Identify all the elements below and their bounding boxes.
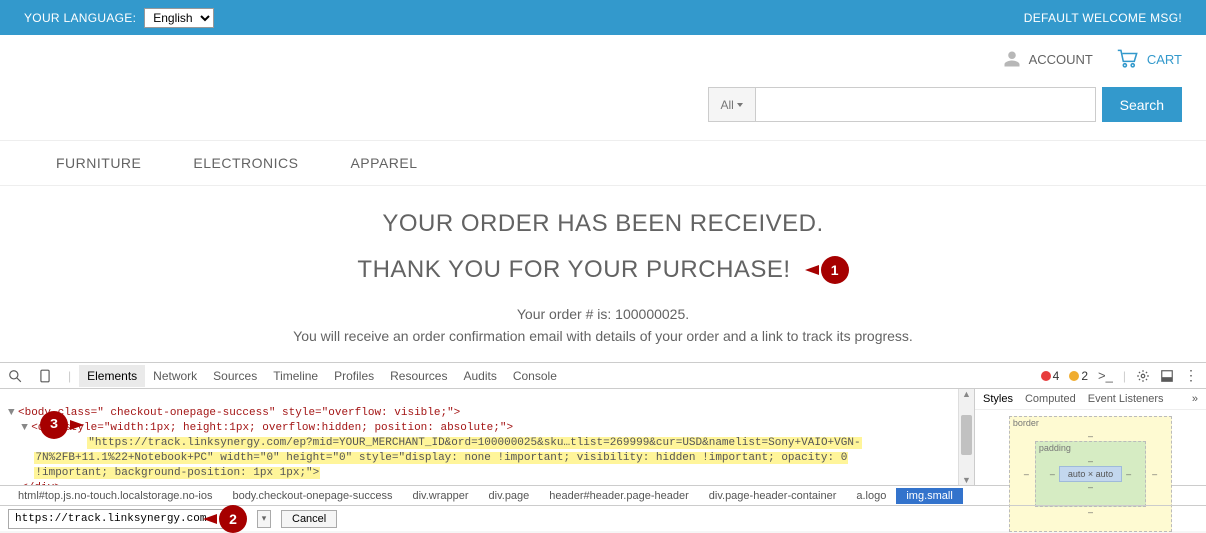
device-mode-icon[interactable] <box>38 369 52 383</box>
tab-console[interactable]: Console <box>513 369 557 383</box>
nav-apparel[interactable]: APPAREL <box>350 155 417 171</box>
crumb[interactable]: div.page-header-container <box>699 488 847 504</box>
badge-1: 1 <box>821 256 849 284</box>
crumb[interactable]: div.wrapper <box>402 488 478 504</box>
find-next-button[interactable]: ▾ <box>257 510 271 528</box>
language-group: YOUR LANGUAGE: English <box>24 8 214 28</box>
tab-profiles[interactable]: Profiles <box>334 369 374 383</box>
styles-tab-computed[interactable]: Computed <box>1025 393 1076 405</box>
box-border-label: border <box>1013 418 1039 428</box>
styles-pane: Styles Computed Event Listeners » border… <box>974 389 1206 485</box>
scroll-down-icon[interactable]: ▼ <box>962 475 971 485</box>
order-received-heading: YOUR ORDER HAS BEEN RECEIVED. <box>24 210 1182 238</box>
tab-sources[interactable]: Sources <box>213 369 257 383</box>
inspect-icon[interactable] <box>8 369 22 383</box>
annotation-1: 1 <box>805 256 849 284</box>
annotation-3: 3 <box>40 411 84 439</box>
search-button[interactable]: Search <box>1102 87 1182 122</box>
search-input[interactable] <box>756 87 1096 122</box>
main-nav: FURNITURE ELECTRONICS APPAREL <box>0 140 1206 186</box>
styles-tab-styles[interactable]: Styles <box>983 393 1013 405</box>
chevron-down-icon <box>737 103 743 107</box>
site-header: ACCOUNT CART All Search FURNITURE ELECTR… <box>0 35 1206 186</box>
devtools-more-icon[interactable]: ⋮ <box>1184 367 1198 384</box>
search-wrap: All Search <box>708 87 1182 122</box>
gear-icon[interactable] <box>1136 369 1150 383</box>
cart-label: CART <box>1147 52 1182 67</box>
thank-you-heading: THANK YOU FOR YOUR PURCHASE! <box>357 256 790 284</box>
arrow-left-icon <box>203 514 217 524</box>
tab-resources[interactable]: Resources <box>390 369 447 383</box>
styles-more-icon[interactable]: » <box>1192 393 1198 405</box>
cart-link[interactable]: CART <box>1117 49 1182 69</box>
find-cancel-button[interactable]: Cancel <box>281 510 337 528</box>
crumb[interactable]: html#top.js.no-touch.localstorage.no-ios <box>8 488 222 504</box>
order-confirmation: YOUR ORDER HAS BEEN RECEIVED. THANK YOU … <box>0 186 1206 362</box>
arrow-left-icon <box>805 265 819 275</box>
devtools-divider: | <box>68 369 71 383</box>
language-label: YOUR LANGUAGE: <box>24 11 136 25</box>
crumb-current[interactable]: img.small <box>896 488 962 504</box>
tab-elements[interactable]: Elements <box>79 365 145 387</box>
elements-scrollbar[interactable]: ▲ ▼ <box>958 389 974 485</box>
elements-tree[interactable]: ▼<body class=" checkout-onepage-success"… <box>0 389 958 485</box>
account-label: ACCOUNT <box>1029 52 1093 67</box>
warning-count[interactable]: 2 <box>1069 369 1088 383</box>
user-icon <box>1003 50 1021 68</box>
order-number: Your order # is: 100000025. <box>24 306 1182 322</box>
welcome-message: DEFAULT WELCOME MSG! <box>1024 11 1182 25</box>
devtools-divider: | <box>1123 369 1126 383</box>
crumb[interactable]: header#header.page-header <box>539 488 698 504</box>
annotation-2: 2 <box>203 505 247 533</box>
crumb[interactable]: body.checkout-onepage-success <box>222 488 402 504</box>
badge-2: 2 <box>219 505 247 533</box>
badge-3: 3 <box>40 411 68 439</box>
box-content-size: auto × auto <box>1059 466 1122 482</box>
find-input[interactable] <box>8 509 233 529</box>
error-count[interactable]: 4 <box>1041 369 1060 383</box>
tab-timeline[interactable]: Timeline <box>273 369 318 383</box>
order-confirmation-note: You will receive an order confirmation e… <box>24 328 1182 344</box>
tab-audits[interactable]: Audits <box>463 369 496 383</box>
console-drawer-icon[interactable]: >_ <box>1098 368 1113 383</box>
devtools-find-bar: 2 ▾ Cancel <box>0 505 1206 531</box>
scroll-thumb[interactable] <box>961 415 972 455</box>
scroll-up-icon[interactable]: ▲ <box>962 389 971 399</box>
devtools-panel: | Elements Network Sources Timeline Prof… <box>0 362 1206 531</box>
tab-network[interactable]: Network <box>153 369 197 383</box>
box-padding-label: padding <box>1039 443 1071 453</box>
dock-icon[interactable] <box>1160 369 1174 383</box>
crumb[interactable]: div.page <box>479 488 540 504</box>
account-link[interactable]: ACCOUNT <box>1003 50 1093 68</box>
nav-furniture[interactable]: FURNITURE <box>56 155 141 171</box>
highlighted-img-tag[interactable]: "https://track.linksynergy.com/ep?mid=YO… <box>87 437 861 449</box>
language-select[interactable]: English <box>144 8 214 28</box>
devtools-tab-row: | Elements Network Sources Timeline Prof… <box>0 363 1206 389</box>
nav-electronics[interactable]: ELECTRONICS <box>193 155 298 171</box>
cart-icon <box>1117 49 1139 69</box>
styles-tab-eventlisteners[interactable]: Event Listeners <box>1088 393 1164 405</box>
search-category-dropdown[interactable]: All <box>708 87 756 122</box>
arrow-right-icon <box>70 420 84 430</box>
top-bar: YOUR LANGUAGE: English DEFAULT WELCOME M… <box>0 0 1206 35</box>
crumb[interactable]: a.logo <box>846 488 896 504</box>
